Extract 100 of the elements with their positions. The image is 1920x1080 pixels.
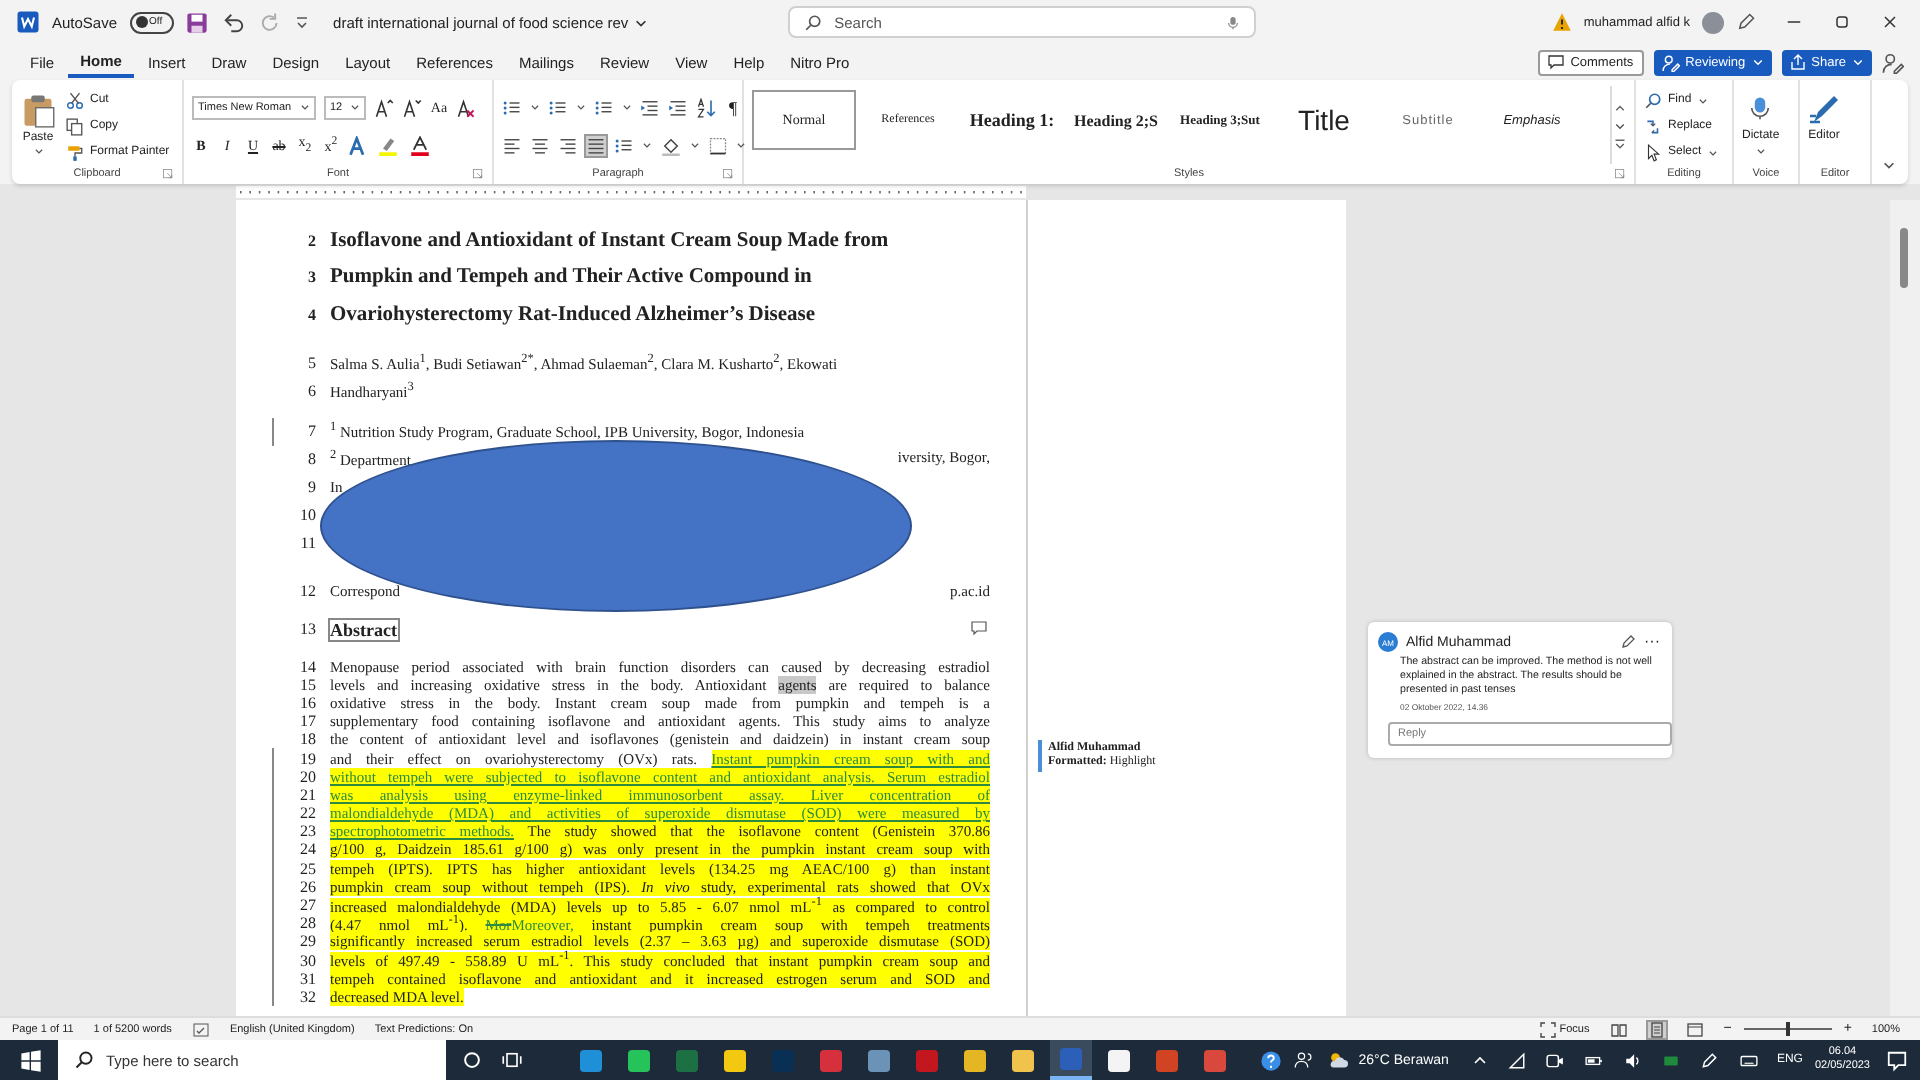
font-color-icon[interactable] [408,135,432,155]
borders-icon[interactable] [708,135,728,155]
comment-icon [1548,54,1565,70]
comment-marker-icon[interactable] [970,620,988,636]
print-layout-icon[interactable] [1647,1021,1666,1037]
abstract-heading: Abstract [330,619,397,639]
text-effects-icon[interactable] [348,135,368,155]
dialog-launcher-icon[interactable] [1614,168,1626,180]
caret-icon [1852,56,1864,68]
scrollbar-thumb[interactable] [1900,228,1908,288]
caret-icon[interactable] [530,102,540,112]
scrollbar[interactable] [1890,200,1920,1016]
speaker-icon[interactable] [1624,1051,1643,1069]
circle-icon[interactable] [462,1050,483,1070]
align-center-icon[interactable] [530,135,550,155]
line-number: 30 [298,951,316,970]
caret-icon [634,15,649,29]
ruler[interactable] [236,184,1026,200]
notifications-icon[interactable] [1886,1049,1908,1071]
caret-icon[interactable] [736,140,746,150]
editor-pen-icon [1808,90,1840,126]
dialog-launcher-icon[interactable] [722,168,734,180]
numbering-icon[interactable] [548,97,568,117]
pen-icon[interactable] [1736,12,1756,32]
shrink-font-icon[interactable] [402,97,422,117]
caret-icon[interactable] [690,140,700,150]
undo-icon[interactable] [219,11,248,33]
scroll-up-icon[interactable] [1614,101,1626,113]
person-pen-icon[interactable] [1882,51,1904,73]
highlighter-icon[interactable] [376,135,400,155]
dialog-launcher-icon[interactable] [162,168,174,180]
caret-icon [1707,147,1718,157]
line-number: 11 [298,534,316,552]
task-view-icon[interactable] [502,1050,523,1070]
save-icon[interactable] [185,11,208,33]
collapse-ribbon-icon[interactable] [1882,158,1896,172]
line-number: 16 [298,693,316,712]
line-spacing-icon[interactable] [614,135,634,155]
justify-icon[interactable] [586,135,606,155]
network-icon[interactable] [1508,1051,1527,1069]
web-layout-icon[interactable] [1685,1021,1704,1037]
line-number: 19 [298,749,316,768]
people-icon[interactable] [1294,1050,1315,1070]
paintbrush-icon [66,143,84,161]
restore-icon[interactable] [1832,12,1852,32]
style-option[interactable]: Heading 2;S [1064,90,1168,150]
line-number: 21 [298,785,316,804]
windows-start-icon[interactable] [20,1049,42,1071]
microphone-icon[interactable] [1226,13,1241,31]
caret-icon[interactable] [622,102,632,112]
proofing-icon[interactable] [191,1021,210,1037]
line-number: 18 [298,730,316,749]
style-option[interactable]: Title [1272,90,1376,150]
read-mode-icon[interactable] [1609,1021,1628,1037]
edit-pencil-icon[interactable] [1620,634,1636,650]
line-number: 26 [298,877,316,896]
chevron-up-icon[interactable] [1472,1052,1489,1068]
style-option[interactable]: Heading 1: [960,90,1064,150]
line-number: 9 [306,478,316,496]
line-number: 4 [306,305,316,324]
line-number: 2 [306,231,316,250]
dialog-launcher-icon[interactable] [472,168,484,180]
line-number: 32 [298,987,316,1006]
caret-icon[interactable] [642,140,652,150]
increase-indent-icon[interactable] [668,97,688,117]
close-icon[interactable] [1880,12,1900,32]
scroll-down-icon[interactable] [1614,119,1626,131]
shading-icon[interactable] [660,135,682,155]
show-formatting-button[interactable]: ¶ [724,97,742,117]
line-number: 15 [298,675,316,694]
zoom-slider-thumb[interactable] [1785,1022,1790,1036]
align-left-icon[interactable] [502,135,522,155]
clear-formatting-icon[interactable] [456,97,476,117]
multilevel-list-icon[interactable] [594,97,614,117]
line-number: 13 [298,620,316,638]
avatar[interactable] [1702,11,1724,33]
align-right-icon[interactable] [558,135,578,155]
grow-font-icon[interactable] [374,97,394,117]
line-number: 14 [298,657,316,676]
customize-caret-icon[interactable] [293,14,310,30]
battery-icon[interactable] [1584,1051,1605,1069]
bullets-icon[interactable] [502,97,522,117]
caret-icon [1755,146,1766,156]
more-options-button[interactable]: ··· [1644,636,1660,648]
word-logo-icon[interactable] [16,10,40,34]
scissors-icon [66,91,84,109]
sort-icon[interactable] [696,97,716,117]
line-number: 24 [298,840,316,859]
caret-icon [1697,95,1708,105]
pen-tray-icon[interactable] [1700,1051,1719,1069]
taskbar-app-button[interactable] [1050,1040,1093,1080]
keyboard-icon[interactable] [1738,1051,1761,1069]
help-icon[interactable] [1260,1049,1283,1071]
line-number: 28 [298,914,316,933]
warning-icon[interactable] [1551,12,1572,32]
decrease-indent-icon[interactable] [640,97,660,117]
replace-icon [1644,117,1662,135]
line-number: 23 [298,822,316,841]
more-styles-icon[interactable] [1614,137,1626,149]
caret-icon[interactable] [576,102,586,112]
